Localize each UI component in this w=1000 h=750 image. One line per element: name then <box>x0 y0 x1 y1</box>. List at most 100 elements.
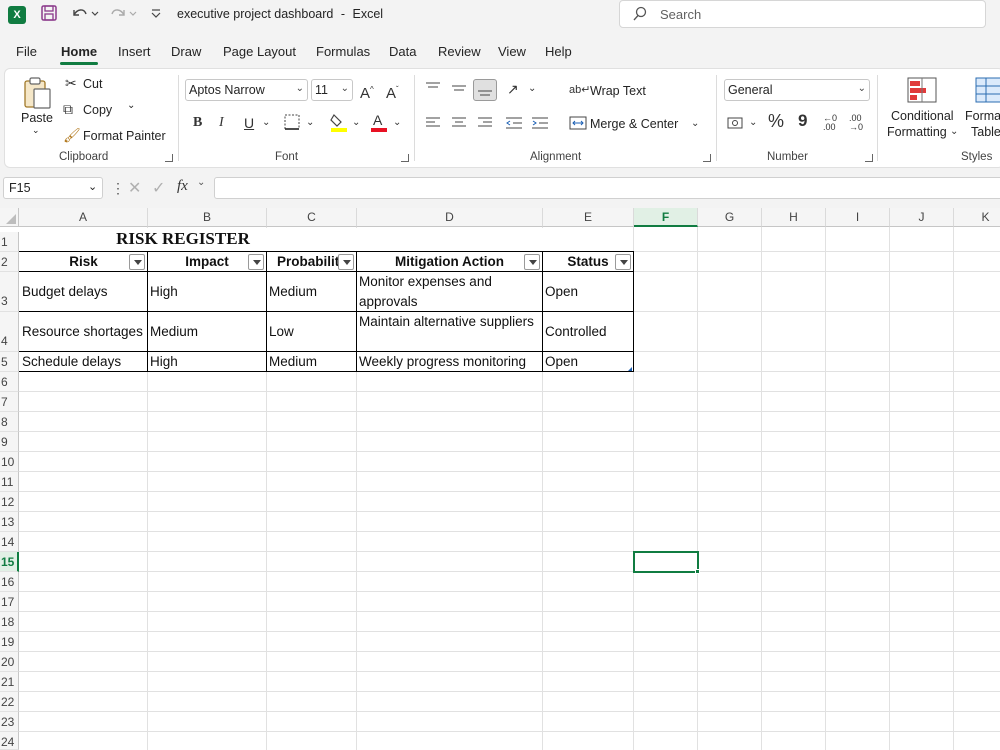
row-header-20[interactable]: 20 <box>0 652 19 672</box>
tab-review[interactable]: Review <box>438 44 481 59</box>
conditional-dropdown-icon[interactable]: ⌄ <box>950 124 958 140</box>
conditional-formatting-button[interactable]: Conditional <box>891 109 954 123</box>
select-all-corner[interactable] <box>0 208 19 227</box>
table-cell[interactable]: Medium <box>269 354 355 369</box>
align-right-icon[interactable] <box>477 115 493 131</box>
tab-file[interactable]: File <box>16 44 37 59</box>
increase-decimal-icon[interactable]: ←0.00 <box>823 114 837 132</box>
filter-dropdown-icon[interactable] <box>338 254 354 270</box>
paste-dropdown-icon[interactable]: ⌄ <box>32 125 40 136</box>
table-cell[interactable]: Budget delays <box>22 284 147 299</box>
save-icon[interactable] <box>40 4 58 24</box>
row-header-15[interactable]: 15 <box>0 552 19 572</box>
table-cell[interactable]: High <box>150 284 265 299</box>
table-cell[interactable]: Monitor expenses and approvals <box>359 272 541 312</box>
font-color-icon[interactable]: A <box>369 111 389 133</box>
decrease-decimal-icon[interactable]: .00 →0 <box>849 114 863 132</box>
row-header-6[interactable]: 6 <box>0 372 19 392</box>
accounting-format-icon[interactable] <box>727 115 745 131</box>
row-header-22[interactable]: 22 <box>0 692 19 712</box>
table-cell[interactable]: Open <box>545 284 632 299</box>
table-cell[interactable]: High <box>150 354 265 369</box>
accounting-dropdown-icon[interactable]: ⌄ <box>749 115 757 131</box>
format-as-table-button[interactable]: Format <box>965 109 1000 123</box>
row-header-8[interactable]: 8 <box>0 412 19 432</box>
row-header-1[interactable]: 1 <box>0 232 19 252</box>
format-painter-button[interactable]: Format Painter <box>83 129 166 143</box>
column-header-j[interactable]: J <box>890 208 954 227</box>
fill-color-dropdown-icon[interactable]: ⌄ <box>352 115 360 131</box>
confirm-entry-icon[interactable]: ✓ <box>152 178 165 198</box>
decrease-indent-icon[interactable] <box>505 115 523 131</box>
row-header-4[interactable]: 4 <box>0 312 19 352</box>
align-middle-icon[interactable] <box>451 81 467 95</box>
underline-button[interactable]: U <box>244 115 254 131</box>
font-size-select[interactable]: 11 ⌄ <box>311 79 353 101</box>
search-box[interactable]: Search <box>619 0 986 28</box>
format-as-table-label-2[interactable]: Table <box>971 125 1000 139</box>
orientation-icon[interactable]: ↗ <box>507 81 519 97</box>
percent-style-button[interactable]: % <box>768 112 784 130</box>
bold-button[interactable]: B <box>193 115 202 131</box>
row-header-19[interactable]: 19 <box>0 632 19 652</box>
table-cell[interactable]: Resource shortages <box>22 324 147 339</box>
clipboard-launcher-icon[interactable] <box>165 154 173 162</box>
column-header-c[interactable]: C <box>267 208 357 227</box>
column-header-k[interactable]: K <box>954 208 1000 227</box>
number-launcher-icon[interactable] <box>865 154 873 162</box>
tab-help[interactable]: Help <box>545 44 572 59</box>
underline-dropdown-icon[interactable]: ⌄ <box>262 115 270 131</box>
copy-dropdown-icon[interactable]: ⌄ <box>127 100 135 111</box>
cut-button[interactable]: Cut <box>83 77 102 91</box>
font-launcher-icon[interactable] <box>401 154 409 162</box>
align-left-icon[interactable] <box>425 115 441 131</box>
row-header-13[interactable]: 13 <box>0 512 19 532</box>
alignment-launcher-icon[interactable] <box>703 154 711 162</box>
align-bottom-button[interactable] <box>473 79 497 101</box>
column-header-f[interactable]: F <box>634 208 698 227</box>
worksheet-grid[interactable]: A B C D E F G H I J K 1 2 3 4 5 6 7 8 9 … <box>0 208 1000 750</box>
row-header-11[interactable]: 11 <box>0 472 19 492</box>
customize-toolbar-icon[interactable] <box>150 4 162 24</box>
table-cell[interactable]: Schedule delays <box>22 354 147 369</box>
name-box[interactable]: F15 ⌄ <box>3 177 103 199</box>
table-cell[interactable]: Weekly progress monitoring <box>359 354 541 369</box>
formula-input[interactable] <box>214 177 1000 199</box>
row-header-16[interactable]: 16 <box>0 572 19 592</box>
wrap-text-button[interactable]: Wrap Text <box>590 84 646 98</box>
increase-font-size-icon[interactable]: A^ <box>360 82 374 102</box>
filter-dropdown-icon[interactable] <box>129 254 145 270</box>
filter-dropdown-icon[interactable] <box>524 254 540 270</box>
row-header-24[interactable]: 24 <box>0 732 19 750</box>
fill-handle[interactable] <box>695 569 700 574</box>
font-name-select[interactable]: Aptos Narrow ⌄ <box>185 79 308 101</box>
borders-icon[interactable] <box>283 113 301 131</box>
cancel-entry-icon[interactable]: ✕ <box>128 178 141 198</box>
column-header-i[interactable]: I <box>826 208 890 227</box>
align-top-icon[interactable] <box>425 81 441 95</box>
table-cell[interactable]: Maintain alternative suppliers <box>359 312 541 332</box>
borders-dropdown-icon[interactable]: ⌄ <box>306 115 314 131</box>
table-resize-handle-icon[interactable] <box>628 367 632 371</box>
paste-button[interactable] <box>19 75 55 114</box>
row-header-21[interactable]: 21 <box>0 672 19 692</box>
row-header-5[interactable]: 5 <box>0 352 19 372</box>
column-header-g[interactable]: G <box>698 208 762 227</box>
active-cell-f15[interactable] <box>633 551 699 573</box>
font-color-dropdown-icon[interactable]: ⌄ <box>393 115 401 131</box>
filter-dropdown-icon[interactable] <box>615 254 631 270</box>
merge-dropdown-icon[interactable]: ⌄ <box>691 116 699 132</box>
increase-indent-icon[interactable] <box>531 115 549 131</box>
merge-center-button[interactable]: Merge & Center <box>590 117 678 131</box>
chevron-down-icon[interactable]: ⌄ <box>197 177 205 188</box>
row-header-12[interactable]: 12 <box>0 492 19 512</box>
orientation-dropdown-icon[interactable]: ⌄ <box>528 81 536 97</box>
comma-style-button[interactable]: 9 <box>798 112 807 129</box>
table-cell[interactable]: Medium <box>150 324 265 339</box>
table-cell[interactable]: Low <box>269 324 355 339</box>
table-cell[interactable]: Controlled <box>545 324 632 339</box>
align-center-icon[interactable] <box>451 115 467 131</box>
more-options-icon[interactable]: ⋮ <box>111 180 125 197</box>
italic-button[interactable]: I <box>219 115 224 131</box>
tab-data[interactable]: Data <box>389 44 416 59</box>
